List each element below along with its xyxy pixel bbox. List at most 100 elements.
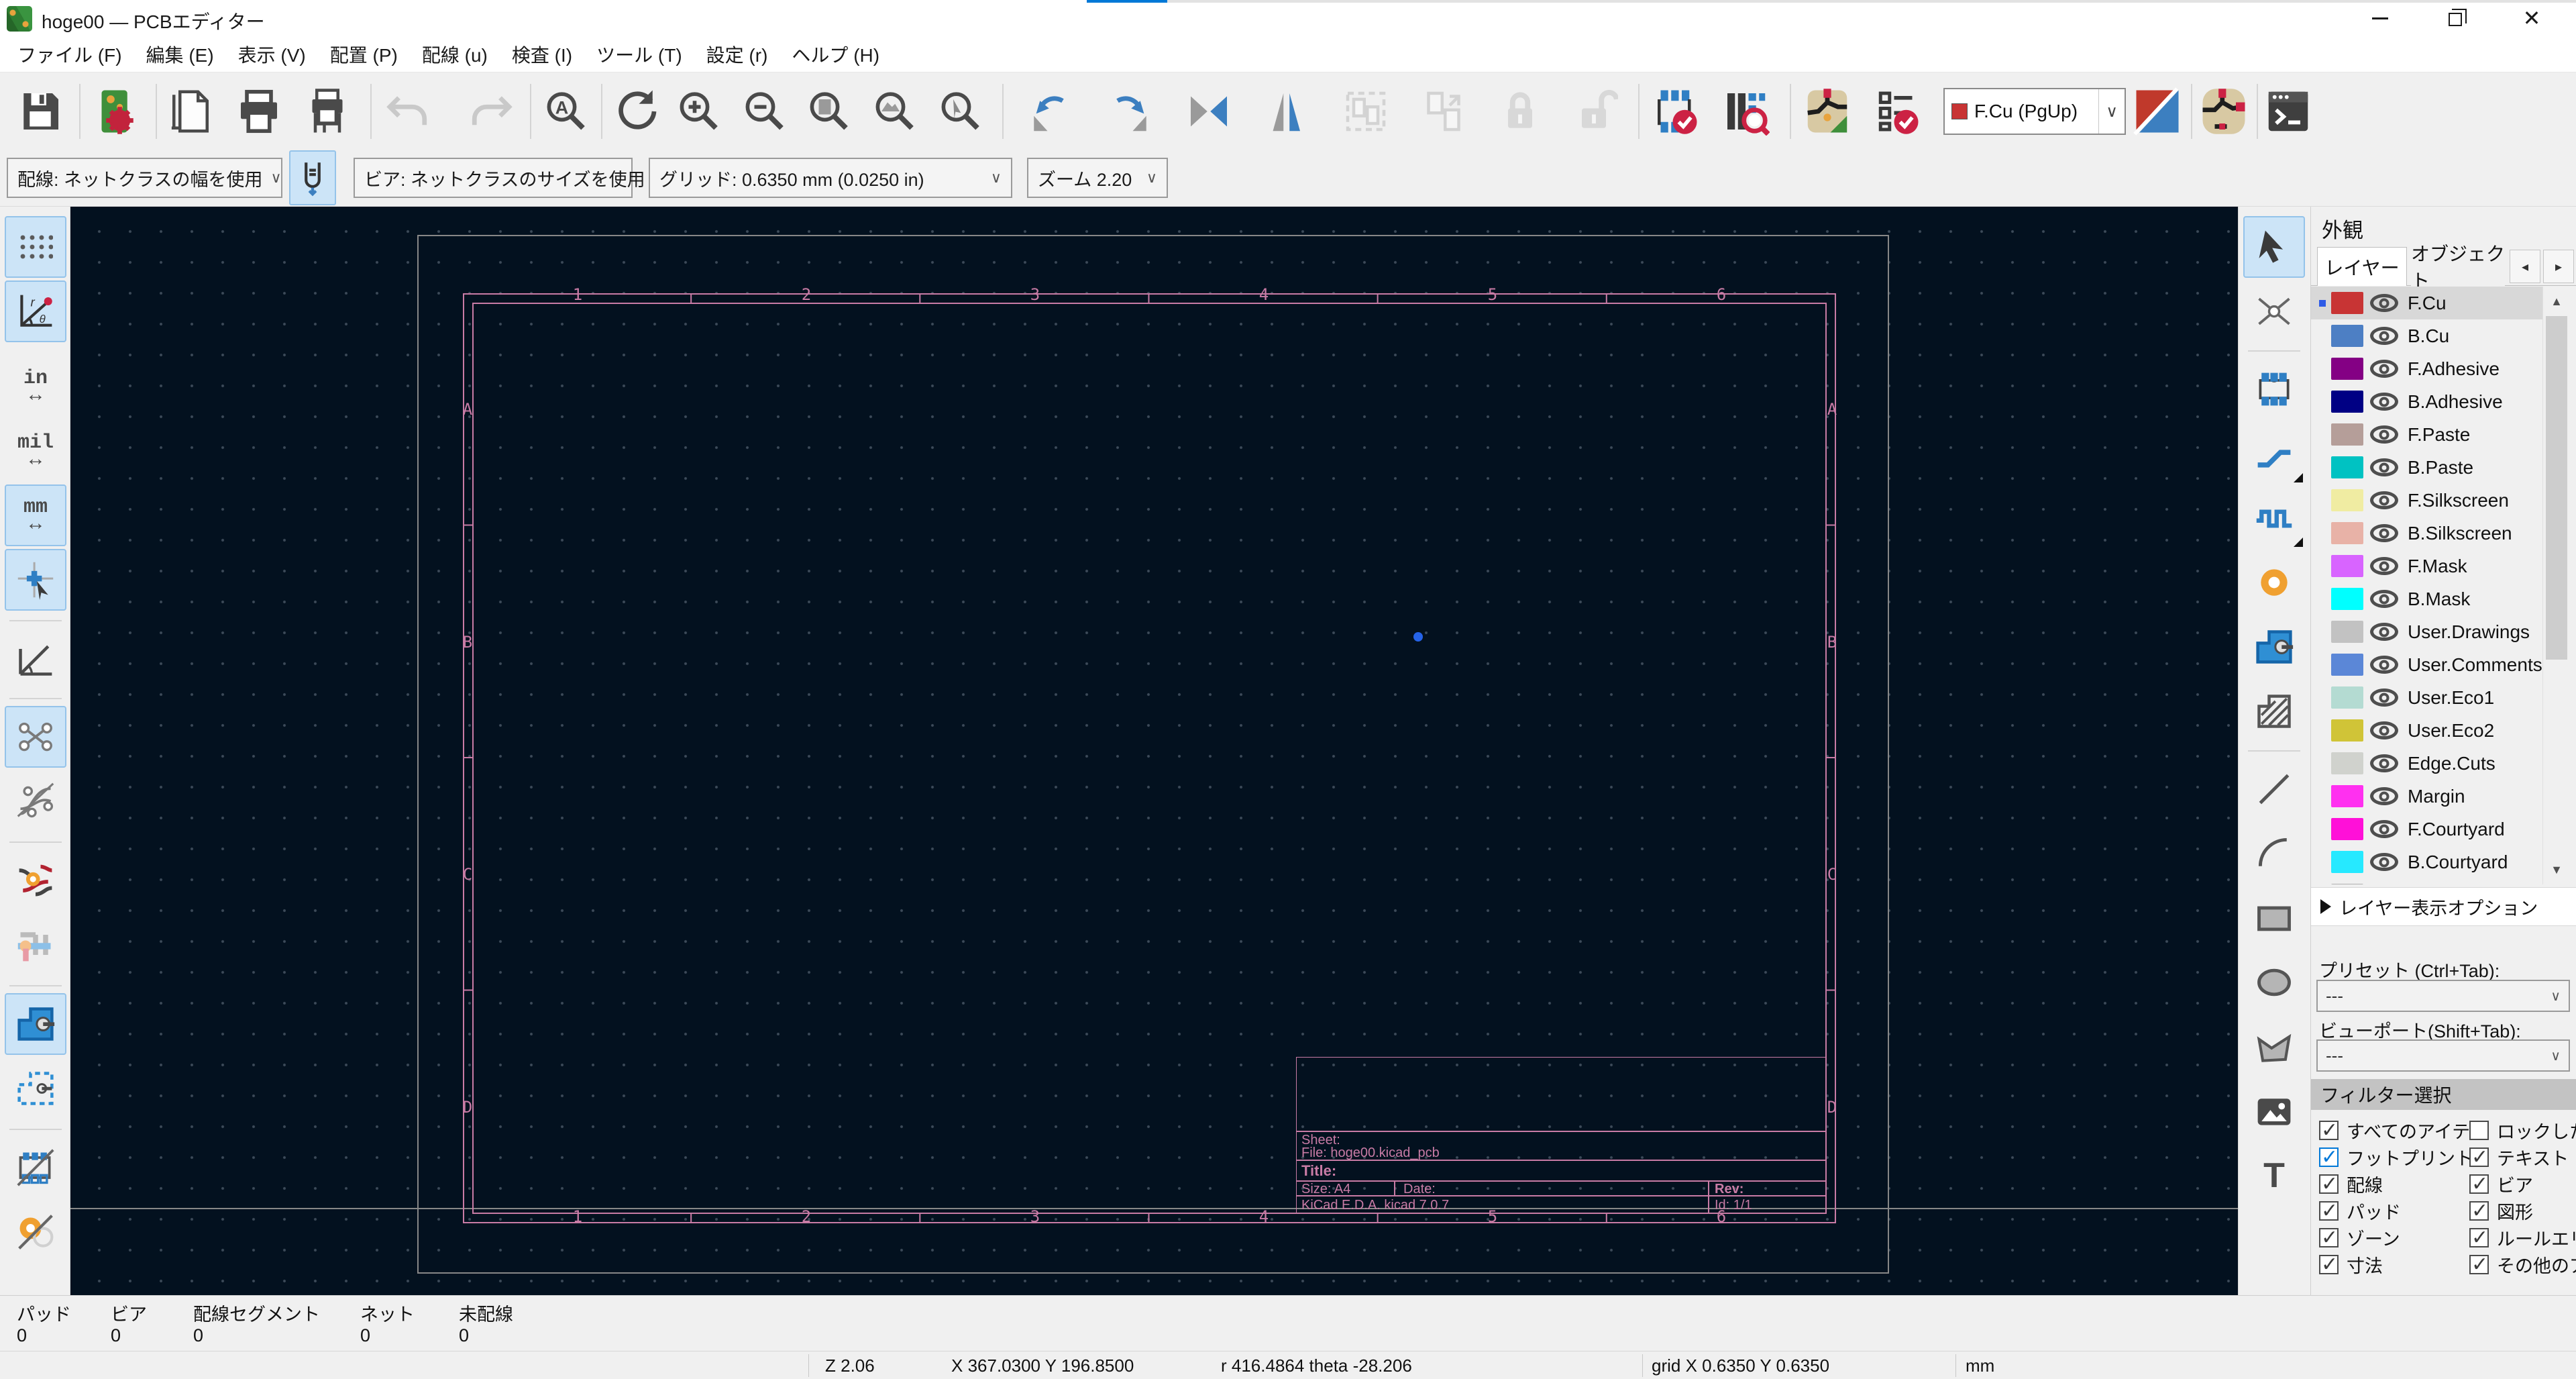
curved-ratsnest-button[interactable] xyxy=(5,770,66,832)
menu-preferences[interactable]: 設定 (r) xyxy=(694,41,780,68)
track-width-select[interactable]: 配線: ネットクラスの幅を使用 ∨ xyxy=(7,158,282,198)
add-text-button[interactable]: T xyxy=(2243,1145,2305,1207)
layer-color-swatch[interactable] xyxy=(2331,522,2363,544)
grid-select[interactable]: グリッド: 0.6350 mm (0.0250 in) ∨ xyxy=(649,158,1012,198)
layer-row[interactable]: User.Eco1 xyxy=(2311,681,2546,714)
footprint-checker-button[interactable] xyxy=(1645,79,1707,144)
highlight-collisions-button[interactable] xyxy=(5,850,66,911)
layer-color-swatch[interactable] xyxy=(2331,456,2363,478)
tune-length-button[interactable] xyxy=(2243,487,2305,549)
layer-color-swatch[interactable] xyxy=(2331,785,2363,807)
filter-dimensions[interactable]: 寸法 xyxy=(2319,1252,2383,1278)
ungroup-button[interactable] xyxy=(1413,79,1474,144)
pad-outline-mode-button[interactable] xyxy=(5,1201,66,1263)
visibility-eye-icon[interactable] xyxy=(2370,820,2398,838)
limit-45-degrees-button[interactable] xyxy=(5,628,66,690)
add-via-button[interactable] xyxy=(2243,552,2305,613)
scrollbar-thumb[interactable] xyxy=(2546,316,2567,660)
layer-row[interactable]: B.Mask xyxy=(2311,582,2546,615)
visibility-eye-icon[interactable] xyxy=(2370,294,2398,312)
draw-line-button[interactable] xyxy=(2243,758,2305,820)
footprint-browser-button[interactable] xyxy=(1715,79,1776,144)
plot-button[interactable] xyxy=(297,79,358,144)
layer-row[interactable]: F.Paste xyxy=(2311,418,2546,451)
local-ratsnest-button[interactable] xyxy=(2243,280,2305,342)
menu-inspect[interactable]: 検査 (I) xyxy=(500,41,584,68)
layer-color-swatch[interactable] xyxy=(2331,752,2363,774)
zoom-fit-page-button[interactable] xyxy=(797,79,859,144)
tab-layers[interactable]: レイヤー xyxy=(2317,247,2407,286)
visibility-eye-icon[interactable] xyxy=(2370,360,2398,378)
layer-color-swatch[interactable] xyxy=(2331,818,2363,840)
filter-zones[interactable]: ゾーン xyxy=(2319,1225,2400,1251)
refresh-button[interactable] xyxy=(605,79,667,144)
draw-circle-button[interactable] xyxy=(2243,952,2305,1013)
save-button[interactable] xyxy=(9,79,71,144)
visibility-eye-icon[interactable] xyxy=(2370,688,2398,707)
units-mils-button[interactable]: mil ↔ xyxy=(5,420,66,482)
draw-polygon-button[interactable] xyxy=(2243,1016,2305,1078)
print-button[interactable] xyxy=(228,79,290,144)
layer-pair-button[interactable] xyxy=(2133,79,2182,144)
layer-color-swatch[interactable] xyxy=(2331,621,2363,643)
layer-row[interactable]: User.Drawings xyxy=(2311,615,2546,648)
tab-objects[interactable]: オブジェクト xyxy=(2411,244,2505,291)
close-button[interactable]: ✕ xyxy=(2501,0,2563,36)
rotate-ccw-button[interactable] xyxy=(1020,79,1081,144)
track-via-dimensions-toggle[interactable] xyxy=(289,150,336,205)
scroll-down-icon[interactable]: ▼ xyxy=(2543,855,2570,884)
rotate-cw-button[interactable] xyxy=(1099,79,1161,144)
visibility-eye-icon[interactable] xyxy=(2370,754,2398,772)
footprint-outline-mode-button[interactable] xyxy=(5,1137,66,1198)
layer-display-options[interactable]: レイヤー表示オプション xyxy=(2311,887,2576,926)
viewport-select[interactable]: --- ∨ xyxy=(2316,1039,2570,1072)
layer-row[interactable]: User.Eco2 xyxy=(2311,714,2546,747)
draw-arc-button[interactable] xyxy=(2243,823,2305,884)
flip-horizontal-button[interactable] xyxy=(1178,79,1240,144)
visibility-eye-icon[interactable] xyxy=(2370,853,2398,871)
active-layer-select[interactable]: F.Cu (PgUp) ∨ xyxy=(1943,88,2126,135)
polar-coordinates-button[interactable]: rθ xyxy=(5,280,66,342)
zoom-fit-objects-button[interactable] xyxy=(863,79,924,144)
visibility-eye-icon[interactable] xyxy=(2370,458,2398,476)
layer-color-swatch[interactable] xyxy=(2331,292,2363,314)
scroll-up-icon[interactable]: ▲ xyxy=(2543,287,2570,316)
layer-row[interactable]: User.Comments xyxy=(2311,648,2546,681)
visibility-eye-icon[interactable] xyxy=(2370,393,2398,411)
board-setup-button[interactable] xyxy=(86,79,148,144)
zone-display-outline-button[interactable] xyxy=(5,1058,66,1119)
add-image-button[interactable] xyxy=(2243,1080,2305,1142)
menu-help[interactable]: ヘルプ (H) xyxy=(780,41,892,68)
select-tool-button[interactable] xyxy=(2243,216,2305,278)
filter-all-items[interactable]: すべてのアイテム xyxy=(2319,1117,2487,1143)
layer-row[interactable]: F.Silkscreen xyxy=(2311,484,2546,517)
route-tracks-button[interactable] xyxy=(2243,423,2305,484)
layer-color-swatch[interactable] xyxy=(2331,555,2363,577)
layer-color-swatch[interactable] xyxy=(2331,391,2363,413)
visibility-eye-icon[interactable] xyxy=(2370,590,2398,608)
visibility-eye-icon[interactable] xyxy=(2370,787,2398,805)
flip-vertical-button[interactable] xyxy=(1257,79,1319,144)
layer-color-swatch[interactable] xyxy=(2331,325,2363,347)
add-rule-area-button[interactable] xyxy=(2243,680,2305,742)
visibility-eye-icon[interactable] xyxy=(2370,623,2398,641)
layer-row[interactable]: F.Courtyard xyxy=(2311,813,2546,846)
filter-vias[interactable]: ビア xyxy=(2469,1171,2533,1197)
layer-color-swatch[interactable] xyxy=(2331,588,2363,610)
drc-button[interactable] xyxy=(1866,79,1928,144)
layer-row[interactable]: B.Cu xyxy=(2311,319,2546,352)
layer-row[interactable]: F.Mask xyxy=(2311,550,2546,582)
redo-button[interactable] xyxy=(460,79,522,144)
visibility-eye-icon[interactable] xyxy=(2370,656,2398,674)
layer-color-swatch[interactable] xyxy=(2331,358,2363,380)
zoom-out-button[interactable] xyxy=(733,79,794,144)
visibility-eye-icon[interactable] xyxy=(2370,491,2398,509)
menu-view[interactable]: 表示 (V) xyxy=(226,41,318,68)
draw-rectangle-button[interactable] xyxy=(2243,887,2305,949)
layer-row[interactable] xyxy=(2311,878,2546,884)
visibility-eye-icon[interactable] xyxy=(2370,425,2398,444)
layer-row[interactable]: B.Courtyard xyxy=(2311,846,2546,878)
page-settings-button[interactable] xyxy=(160,79,221,144)
filter-tracks[interactable]: 配線 xyxy=(2319,1171,2383,1197)
find-button[interactable]: A xyxy=(534,79,596,144)
